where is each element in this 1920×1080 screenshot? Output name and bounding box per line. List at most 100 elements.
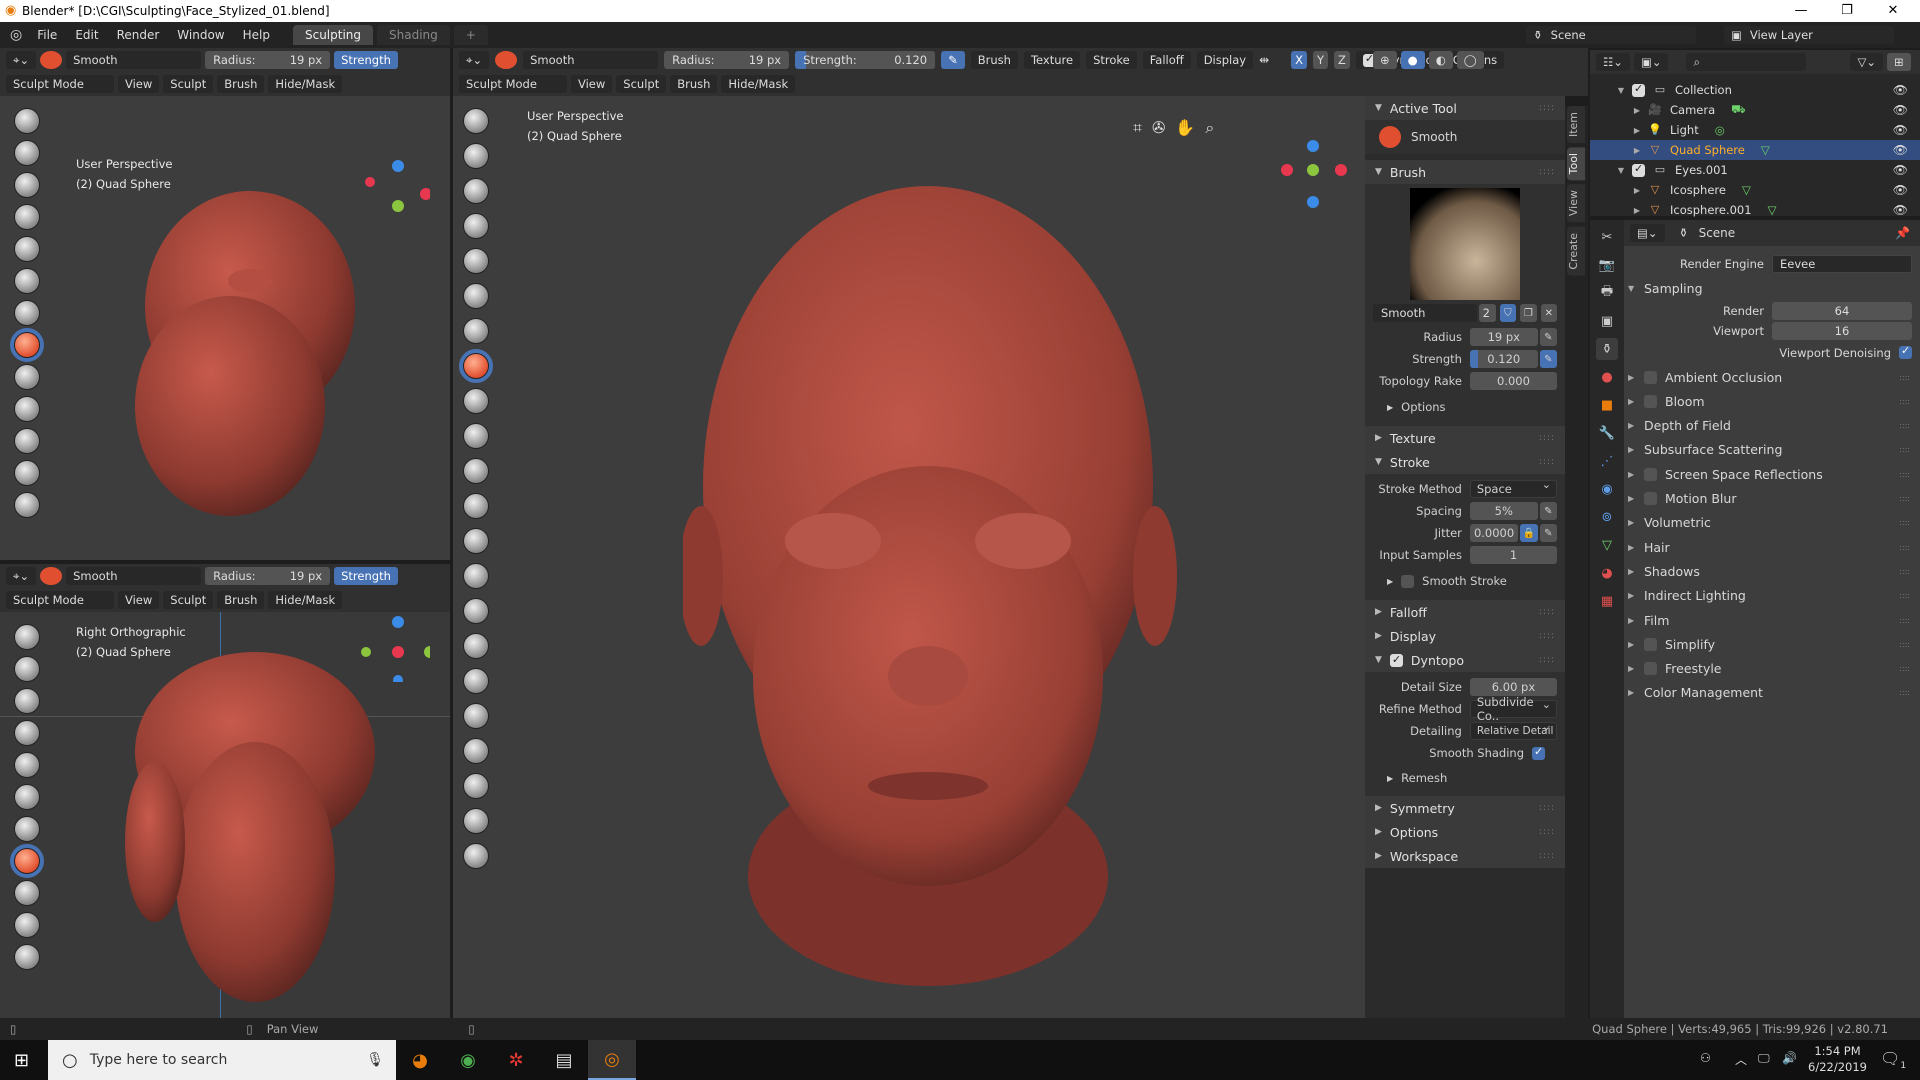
- menu-brush[interactable]: Brush: [670, 75, 718, 93]
- pressure-toggle[interactable]: ✎: [941, 51, 965, 69]
- properties-panel-header[interactable]: ▶ Ambient Occlusion::::: [1624, 365, 1920, 389]
- menu-help[interactable]: Help: [234, 28, 279, 42]
- sculpt-tool-icon[interactable]: [14, 784, 40, 810]
- material-tab-icon[interactable]: ◕: [1596, 562, 1618, 584]
- active-tool-header[interactable]: ▼ Active Tool::::: [1365, 96, 1565, 120]
- menu-sculpt[interactable]: Sculpt: [163, 591, 214, 609]
- jitter-field[interactable]: 0.0000: [1469, 524, 1519, 542]
- modifier-tab-icon[interactable]: 🔧: [1596, 422, 1618, 444]
- texture-header[interactable]: ▶ Texture::::: [1365, 426, 1565, 450]
- tray-chevron-icon[interactable]: ︿: [1735, 1051, 1747, 1068]
- menu-sculpt[interactable]: Sculpt: [163, 75, 214, 93]
- mode-selector[interactable]: Sculpt Mode: [6, 75, 114, 93]
- stroke-method-select[interactable]: Space: [1469, 478, 1557, 498]
- detail-size-field[interactable]: 6.00 px: [1469, 678, 1557, 696]
- radius-field[interactable]: Radius: 19 px: [205, 51, 331, 69]
- render-samples-field[interactable]: 64: [1772, 301, 1912, 320]
- strength-field[interactable]: 0.120: [1469, 350, 1538, 368]
- tab-create[interactable]: Create: [1567, 226, 1585, 276]
- properties-panel-header[interactable]: ▶ Depth of Field::::: [1624, 413, 1920, 437]
- sculpt-tool-icon[interactable]: [463, 808, 489, 834]
- sculpt-tool-icon[interactable]: [14, 300, 40, 326]
- maximize-button[interactable]: ❐: [1824, 0, 1870, 22]
- pressure-icon[interactable]: ✎: [1539, 328, 1558, 346]
- pressure-icon[interactable]: ✎: [1539, 524, 1557, 542]
- viewport-area[interactable]: User Perspective (2) Quad Sphere: [0, 96, 450, 560]
- volume-icon[interactable]: 🔊: [1782, 1051, 1797, 1065]
- expand-toggle[interactable]: ▼: [1614, 166, 1628, 175]
- sculpt-tool-icon[interactable]: [14, 364, 40, 390]
- editor-type-button[interactable]: ▤⌄: [1630, 224, 1665, 242]
- filter-icon[interactable]: ▽⌄: [1850, 53, 1883, 71]
- menu-file[interactable]: File: [28, 28, 66, 42]
- outliner-item[interactable]: ▼ ▭ Collection 👁: [1590, 80, 1920, 100]
- properties-panel-header[interactable]: ▶ Film::::: [1624, 608, 1920, 632]
- sculpt-tool-icon[interactable]: [14, 944, 40, 970]
- sculpt-tool-icon[interactable]: [14, 656, 40, 682]
- detailing-select[interactable]: Relative Detail: [1469, 720, 1557, 740]
- panel-enable-checkbox[interactable]: [1644, 492, 1657, 506]
- sculpt-tool-icon[interactable]: [14, 752, 40, 778]
- sculpt-tool-icon[interactable]: [14, 140, 40, 166]
- mesh-data-icon[interactable]: ▽: [1742, 183, 1751, 197]
- symmetry-z[interactable]: Z: [1334, 51, 1350, 69]
- expand-toggle[interactable]: ▶: [1630, 186, 1644, 195]
- sculpt-tool-icon[interactable]: [14, 396, 40, 422]
- properties-panel-header[interactable]: ▶ Screen Space Reflections::::: [1624, 462, 1920, 486]
- topology-rake-field[interactable]: 0.000: [1469, 372, 1557, 390]
- symmetry-header[interactable]: ▶ Symmetry::::: [1365, 796, 1565, 820]
- menu-view[interactable]: View: [571, 75, 613, 93]
- taskbar-search-input[interactable]: ○ Type here to search 🎙: [48, 1040, 396, 1080]
- display-header[interactable]: ▶ Display::::: [1365, 624, 1565, 648]
- sculpt-tool-icon[interactable]: [463, 423, 489, 449]
- visibility-eye-icon[interactable]: 👁: [1893, 203, 1908, 217]
- texture-dropdown[interactable]: Texture: [1023, 51, 1081, 69]
- sculpt-tool-icon[interactable]: [14, 268, 40, 294]
- remesh-subpanel[interactable]: ▶ Remesh: [1373, 764, 1557, 792]
- microphone-icon[interactable]: 🎙: [366, 1052, 384, 1068]
- strength-field[interactable]: Strength: 0.120: [795, 51, 936, 69]
- outliner-item[interactable]: ▶ ▽ Icosphere ▽ 👁: [1590, 180, 1920, 200]
- sculpt-tool-icon[interactable]: [14, 720, 40, 746]
- menu-view[interactable]: View: [118, 591, 160, 609]
- viewport-samples-field[interactable]: 16: [1772, 321, 1912, 340]
- fake-user-icon[interactable]: ⛉: [1499, 304, 1517, 322]
- outliner-item[interactable]: ▶ 🎥 Camera ⛟ 👁: [1590, 100, 1920, 120]
- menu-render[interactable]: Render: [108, 28, 169, 42]
- render-tab-icon[interactable]: 📷: [1596, 254, 1618, 276]
- sculpt-tool-icon[interactable]: [463, 563, 489, 589]
- zoom-icon[interactable]: ⌕: [1205, 118, 1214, 138]
- properties-panel-header[interactable]: ▶ Hair::::: [1624, 535, 1920, 559]
- lock-icon[interactable]: 🔒: [1520, 524, 1538, 542]
- dyntopo-header[interactable]: ▼Dyntopo::::: [1365, 648, 1565, 672]
- sculpt-tool-icon[interactable]: [463, 738, 489, 764]
- sculpt-tool-icon[interactable]: [463, 178, 489, 204]
- camera-data-icon[interactable]: ⛟: [1731, 102, 1745, 118]
- radius-field[interactable]: Radius: 19 px: [664, 51, 790, 69]
- menu-edit[interactable]: Edit: [66, 28, 107, 42]
- properties-panel-header[interactable]: ▶ Simplify::::: [1624, 632, 1920, 656]
- symmetry-y[interactable]: Y: [1312, 51, 1328, 69]
- smooth-stroke-subpanel[interactable]: ▶ Smooth Stroke: [1373, 566, 1557, 596]
- sculpt-tool-icon[interactable]: [14, 172, 40, 198]
- outliner-item[interactable]: ▶ ▽ Icosphere.001 ▽ 👁: [1590, 200, 1920, 220]
- viewport-top-left[interactable]: ⌖⌄ Smooth Radius: 19 px Strength Sculpt M…: [0, 48, 450, 560]
- expand-toggle[interactable]: ▼: [1614, 86, 1628, 95]
- expand-toggle[interactable]: ▶: [1630, 146, 1644, 155]
- options-header[interactable]: ▶ Options::::: [1365, 820, 1565, 844]
- sculpt-tool-icon[interactable]: [463, 143, 489, 169]
- menu-brush[interactable]: Brush: [217, 75, 265, 93]
- input-samples-field[interactable]: 1: [1469, 546, 1557, 564]
- viewport-area[interactable]: Right Orthographic (2) Quad Sphere: [0, 612, 450, 1018]
- visibility-eye-icon[interactable]: 👁: [1893, 123, 1908, 137]
- render-engine-select[interactable]: Eevee: [1772, 255, 1912, 274]
- sculpt-tool-icon[interactable]: [14, 880, 40, 906]
- strength-field[interactable]: Strength: [334, 567, 398, 585]
- tab-view[interactable]: View: [1567, 184, 1585, 223]
- scene-selector[interactable]: ⚱ Scene: [1526, 26, 1696, 44]
- sculpt-tool-icon[interactable]: [463, 668, 489, 694]
- properties-panel-header[interactable]: ▶ Bloom::::: [1624, 389, 1920, 413]
- world-tab-icon[interactable]: ●: [1596, 366, 1618, 388]
- sculpt-tool-icon[interactable]: [14, 428, 40, 454]
- properties-panel-header[interactable]: ▶ Indirect Lighting::::: [1624, 584, 1920, 608]
